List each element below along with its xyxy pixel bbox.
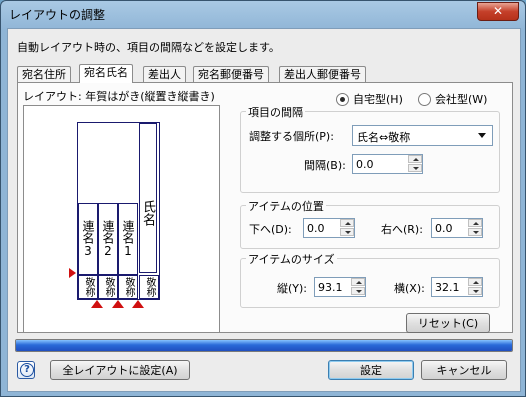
name-item[interactable]: 氏名 (139, 123, 157, 273)
radio-home-type[interactable]: 自宅型(H) (336, 91, 403, 107)
tab-address[interactable]: 宛名住所 (17, 66, 71, 82)
gap-up-button[interactable] (408, 155, 422, 163)
right-up-button[interactable] (468, 219, 482, 227)
gap-stepper[interactable]: 0.0 (352, 154, 423, 174)
right-down-button[interactable] (468, 228, 482, 236)
size-group-title: アイテムのサイズ (246, 251, 337, 267)
keisho-1-item[interactable]: 敬称 (118, 275, 138, 299)
radio-home-label: 自宅型(H) (353, 93, 403, 106)
gap-value[interactable]: 0.0 (356, 158, 374, 171)
adjust-location-label: 調整する個所(P): (249, 130, 334, 143)
progress-bar (15, 339, 513, 352)
down-down-button[interactable] (340, 228, 354, 236)
width-label: 横(X): (394, 282, 425, 295)
width-value[interactable]: 32.1 (435, 281, 460, 294)
apply-all-layouts-button[interactable]: 全レイアウトに設定(A) (50, 360, 190, 380)
tab-sender[interactable]: 差出人 (143, 66, 186, 82)
postcard-preview: 氏名 連名3 連名2 連名1 敬称 敬称 敬称 敬称 (77, 122, 160, 300)
adjust-location-value: 氏名⇔敬称 (357, 131, 411, 144)
radio-home-dot[interactable] (336, 92, 349, 106)
size-group: アイテムのサイズ 縦(Y): 93.1 横(X): 32.1 (240, 251, 500, 308)
right-stepper[interactable]: 0.0 (431, 218, 483, 238)
keisho-3-item[interactable]: 敬称 (78, 275, 98, 299)
position-group: アイテムの位置 下へ(D): 0.0 右へ(R): 0.0 (240, 198, 500, 249)
height-down-button[interactable] (351, 287, 365, 295)
spacing-group-title: 項目の間隔 (246, 104, 305, 120)
down-stepper[interactable]: 0.0 (303, 218, 355, 238)
marker-up-arrow-icon (91, 300, 103, 308)
down-label: 下へ(D): (249, 223, 292, 236)
width-up-button[interactable] (468, 278, 482, 286)
dialog-window: レイアウトの調整 ✕ 自動レイアウト時の、項目の間隔などを設定します。 宛名住所… (0, 0, 526, 397)
position-group-title: アイテムの位置 (246, 198, 326, 214)
title-bar[interactable]: レイアウトの調整 ✕ (1, 1, 525, 27)
layout-preview: 氏名 連名3 連名2 連名1 敬称 敬称 敬称 敬称 (23, 105, 220, 333)
help-icon: ? (20, 363, 34, 377)
height-label: 縦(Y): (277, 282, 308, 295)
right-value[interactable]: 0.0 (435, 222, 453, 235)
tab-panel: レイアウト: 年賀はがき(縦置き縦書き) 氏名 連名3 連名2 連名1 敬称 敬… (17, 82, 513, 333)
dialog-client: 自動レイアウト時の、項目の間隔などを設定します。 宛名住所 宛名氏名 差出人 宛… (7, 28, 521, 392)
height-value[interactable]: 93.1 (318, 281, 343, 294)
gap-label: 間隔(B): (304, 159, 346, 172)
radio-company-label: 会社型(W) (435, 93, 488, 106)
marker-up-arrow-icon (112, 300, 124, 308)
width-stepper[interactable]: 32.1 (431, 277, 483, 297)
gap-down-button[interactable] (408, 164, 422, 172)
height-stepper[interactable]: 93.1 (314, 277, 366, 297)
marker-right-arrow-icon (69, 268, 76, 278)
down-value[interactable]: 0.0 (307, 222, 325, 235)
close-button[interactable]: ✕ (477, 2, 519, 21)
progress-fill (16, 340, 512, 351)
width-down-button[interactable] (468, 287, 482, 295)
keisho-2-item[interactable]: 敬称 (98, 275, 118, 299)
spacing-group: 項目の間隔 調整する個所(P): 氏名⇔敬称 間隔(B): 0.0 (240, 104, 500, 193)
adjust-location-select[interactable]: 氏名⇔敬称 (352, 125, 493, 146)
tab-recipient-name[interactable]: 宛名氏名 (79, 64, 133, 83)
tab-sender-postal[interactable]: 差出人郵便番号 (279, 66, 366, 82)
help-button[interactable]: ? (17, 361, 35, 379)
renmei-1-item[interactable]: 連名1 (118, 203, 138, 275)
radio-company-dot[interactable] (418, 92, 431, 106)
reset-button[interactable]: リセット(C) (406, 313, 490, 333)
ok-button[interactable]: 設定 (328, 360, 414, 380)
close-icon: ✕ (492, 4, 504, 18)
keisho-name-item[interactable]: 敬称 (139, 275, 159, 299)
down-up-button[interactable] (340, 219, 354, 227)
layout-label: レイアウト: 年賀はがき(縦置き縦書き) (23, 90, 215, 103)
dialog-description: 自動レイアウト時の、項目の間隔などを設定します。 (17, 41, 280, 54)
height-up-button[interactable] (351, 278, 365, 286)
right-label: 右へ(R): (381, 223, 423, 236)
cancel-button[interactable]: キャンセル (421, 360, 507, 380)
renmei-3-item[interactable]: 連名3 (78, 203, 98, 275)
marker-up-arrow-icon (132, 300, 144, 308)
tab-recipient-postal[interactable]: 宛名郵便番号 (193, 66, 269, 82)
radio-company-type[interactable]: 会社型(W) (418, 91, 487, 107)
renmei-2-item[interactable]: 連名2 (98, 203, 118, 275)
window-title: レイアウトの調整 (9, 8, 106, 22)
chevron-down-icon (478, 133, 486, 138)
